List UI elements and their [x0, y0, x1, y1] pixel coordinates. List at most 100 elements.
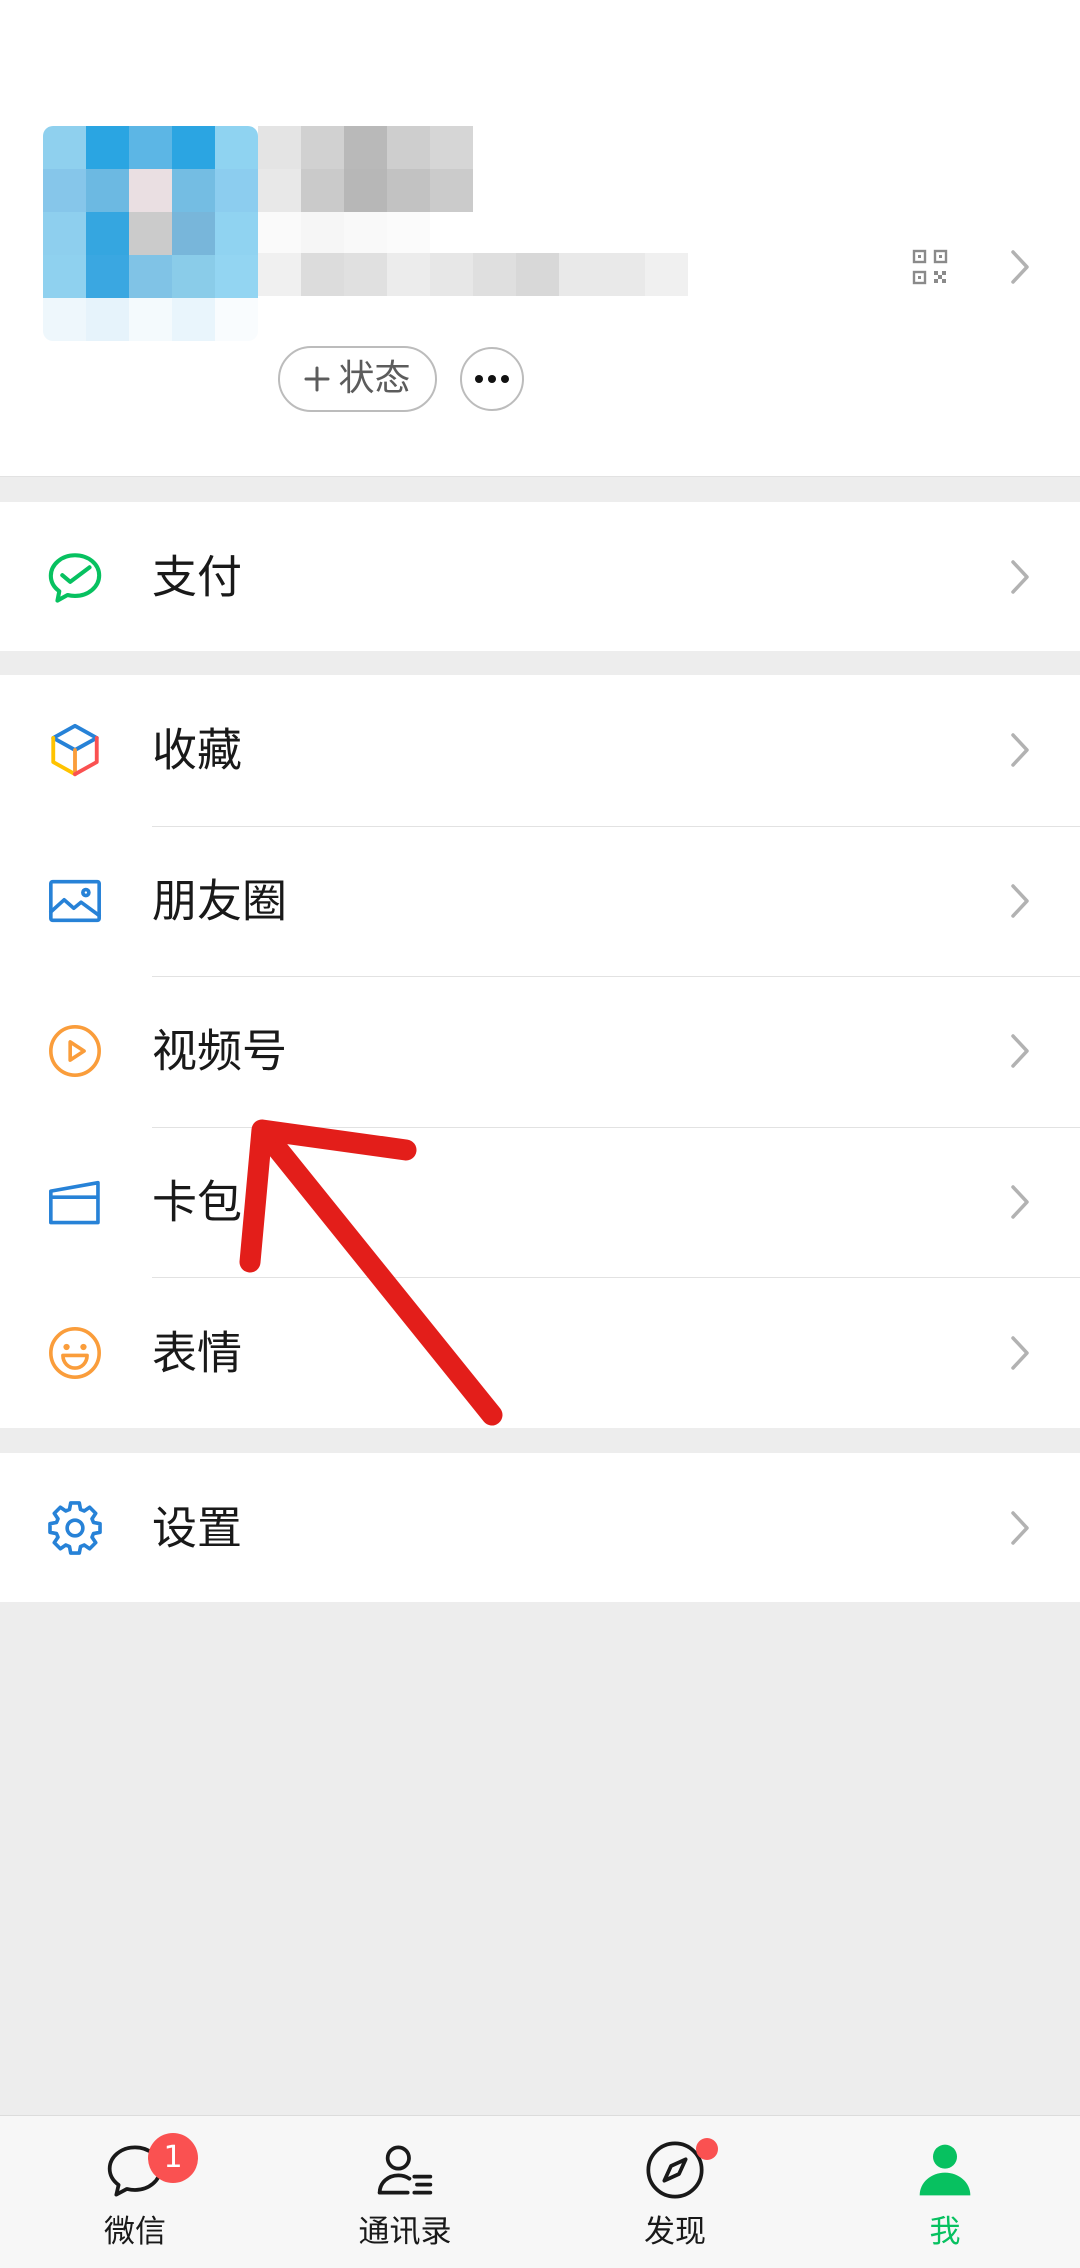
- mosaic-cell: [129, 169, 172, 212]
- more-status-button[interactable]: [460, 347, 524, 411]
- menu-item-label: 支付: [152, 550, 243, 603]
- mosaic-cell: [430, 212, 473, 253]
- tab-me[interactable]: 我: [810, 2116, 1080, 2268]
- mosaic-cell: [86, 255, 129, 298]
- mosaic-cell: [86, 169, 129, 212]
- moments-icon: [46, 872, 104, 930]
- mosaic-cell: [129, 212, 172, 255]
- mosaic-cell: [172, 298, 215, 341]
- mosaic-cell: [172, 212, 215, 255]
- wechat-id-redacted: [258, 253, 688, 296]
- menu-item-settings[interactable]: 设置: [0, 1453, 1080, 1602]
- mosaic-cell: [301, 126, 344, 169]
- menu-item-label: 收藏: [152, 723, 243, 777]
- favorites-icon: [46, 721, 104, 779]
- mosaic-cell: [215, 255, 258, 298]
- sticker-icon: [46, 1324, 104, 1382]
- more-dot: [501, 375, 509, 383]
- tab-label: 微信: [104, 2214, 166, 2250]
- redacted-blur: [258, 212, 473, 253]
- mosaic-cell: [387, 169, 430, 212]
- profile-header[interactable]: 状态: [0, 0, 1080, 477]
- mosaic-cell: [430, 253, 473, 296]
- mosaic-cell: [215, 169, 258, 212]
- mosaic-cell: [43, 298, 86, 341]
- mosaic-cell: [645, 253, 688, 296]
- mosaic-cell: [43, 255, 86, 298]
- mosaic-cell: [344, 253, 387, 296]
- mosaic-cell: [430, 126, 473, 169]
- mosaic-cell: [86, 212, 129, 255]
- tab-label: 我: [929, 2214, 961, 2250]
- menu-item-pay[interactable]: 支付: [0, 502, 1080, 651]
- mosaic-cell: [602, 253, 645, 296]
- mosaic-cell: [129, 255, 172, 298]
- mosaic-cell: [172, 255, 215, 298]
- mosaic-cell: [387, 126, 430, 169]
- menu-item-favorites[interactable]: 收藏: [0, 675, 1080, 826]
- menu-item-moments[interactable]: 朋友圈: [0, 825, 1080, 977]
- mosaic-cell: [43, 126, 86, 169]
- tab-label: 通讯录: [358, 2214, 452, 2250]
- menu-item-channels[interactable]: 视频号: [0, 976, 1080, 1127]
- card-icon: [46, 1173, 104, 1231]
- mosaic-cell: [172, 169, 215, 212]
- mosaic-cell: [258, 212, 301, 253]
- menu-item-label: 视频号: [152, 1024, 288, 1078]
- menu-group-settings: 设置: [0, 1453, 1080, 1602]
- mosaic-cell: [172, 126, 215, 169]
- mosaic-cell: [129, 298, 172, 341]
- plus-icon: [304, 366, 330, 392]
- mosaic-cell: [215, 298, 258, 341]
- mosaic-cell: [344, 169, 387, 212]
- status-button-label: 状态: [338, 358, 411, 399]
- mosaic-cell: [129, 126, 172, 169]
- menu-item-label: 表情: [152, 1326, 243, 1380]
- tab-contacts[interactable]: 通讯录: [270, 2116, 540, 2268]
- mosaic-cell: [86, 126, 129, 169]
- unread-badge: 1: [148, 2133, 198, 2183]
- divider: [152, 825, 1080, 827]
- qr-code-icon[interactable]: [912, 249, 948, 285]
- me-page: 状态 支付 收藏 朋友圈 视频号 卡包 表情 设置 1 微信 通讯录 发现 我: [0, 0, 1080, 2268]
- mosaic-cell: [344, 126, 387, 169]
- pay-icon: [46, 548, 104, 606]
- chevron-right-icon: [1010, 1335, 1030, 1371]
- new-content-dot: [696, 2138, 718, 2160]
- tab-chats[interactable]: 1 微信: [0, 2116, 270, 2268]
- menu-item-label: 设置: [152, 1501, 243, 1554]
- chevron-right-icon: [1010, 249, 1030, 285]
- mosaic-cell: [387, 253, 430, 296]
- mosaic-cell: [86, 298, 129, 341]
- more-dot: [475, 375, 483, 383]
- nickname-redacted: [258, 126, 473, 212]
- menu-item-label: 朋友圈: [152, 874, 288, 928]
- mosaic-cell: [215, 126, 258, 169]
- mosaic-cell: [258, 253, 301, 296]
- divider: [152, 1126, 1080, 1128]
- avatar[interactable]: [43, 126, 258, 341]
- mosaic-cell: [43, 212, 86, 255]
- mosaic-cell: [559, 253, 602, 296]
- chevron-right-icon: [1010, 1510, 1030, 1546]
- tab-discover[interactable]: 发现: [540, 2116, 810, 2268]
- mosaic-cell: [301, 212, 344, 253]
- tab-label: 发现: [644, 2214, 706, 2250]
- contacts-icon: [373, 2138, 437, 2202]
- me-icon: [913, 2138, 977, 2202]
- more-dot: [488, 375, 496, 383]
- mosaic-cell: [258, 169, 301, 212]
- mosaic-cell: [430, 169, 473, 212]
- mosaic-cell: [387, 212, 430, 253]
- divider: [152, 976, 1080, 978]
- add-status-button[interactable]: 状态: [278, 346, 437, 412]
- chevron-right-icon: [1010, 1184, 1030, 1220]
- settings-icon: [46, 1499, 104, 1557]
- mosaic-cell: [301, 169, 344, 212]
- tab-bar: 1 微信 通讯录 发现 我: [0, 2115, 1080, 2268]
- menu-item-stickers[interactable]: 表情: [0, 1277, 1080, 1428]
- menu-item-label: 卡包: [152, 1175, 243, 1229]
- menu-item-cards[interactable]: 卡包: [0, 1126, 1080, 1278]
- mosaic-cell: [473, 253, 516, 296]
- chevron-right-icon: [1010, 883, 1030, 919]
